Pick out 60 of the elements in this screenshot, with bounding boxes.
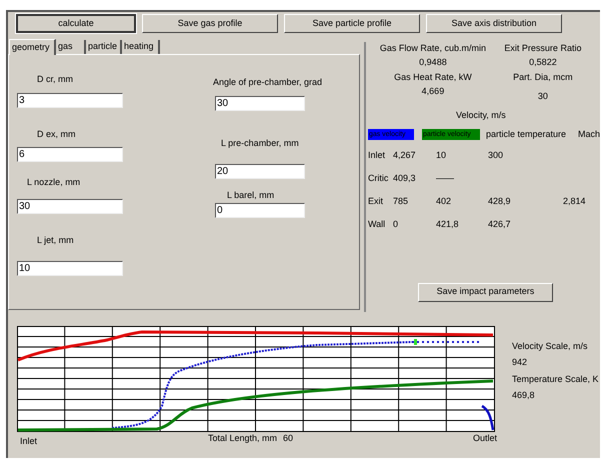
tab[interactable]: geometry [9, 39, 56, 55]
input-field[interactable]: 20 [215, 164, 305, 179]
readout-value: 4,669 [420, 84, 446, 98]
table-cell-text: 0 [392, 218, 399, 230]
input-field[interactable]: 0 [215, 202, 305, 218]
scale-label: Temperature Scale, K [512, 373, 599, 386]
field-label: L nozzle, mm [27, 176, 80, 189]
input-field[interactable]: 3 [17, 92, 123, 108]
table-cell-text: 2,814 [562, 194, 586, 208]
input-field[interactable]: 30 [17, 198, 123, 214]
toolbar-button[interactable]: Save gas profile [142, 14, 278, 33]
curve-marker [414, 339, 417, 345]
row-label: Inlet [368, 148, 386, 162]
row-label: Wall [368, 218, 386, 230]
row-label: Critic [368, 172, 390, 184]
input-field[interactable]: 6 [17, 147, 123, 162]
table-cell-text: —— [436, 172, 455, 184]
inlet-label: Inlet [20, 435, 38, 448]
readout-label: Gas Heat Rate, kW [393, 71, 473, 84]
legend-label: particle temperature [486, 128, 566, 141]
scale-value: 942 [512, 356, 528, 368]
field-label: L barel, mm [227, 189, 274, 202]
toolbar-button[interactable]: Save particle profile [284, 14, 420, 33]
total-length-value: 60 [283, 432, 294, 445]
field-label: Angle of pre-chamber, grad [213, 76, 322, 89]
end-curve [481, 404, 494, 430]
toolbar-button[interactable]: Save axis distribution [426, 14, 562, 33]
table-cell-text: 300 [488, 148, 504, 162]
velocity-heading: Velocity, m/s [456, 109, 507, 122]
field-label: L pre-chamber, mm [221, 136, 299, 150]
table-cell-text: 10 [436, 148, 447, 162]
tab[interactable]: particle [86, 40, 122, 54]
outlet-label: Outlet [473, 432, 498, 445]
scale-label: Velocity Scale, m/s [512, 340, 589, 353]
field-label: D cr, mm [37, 73, 73, 86]
field-label: L jet, mm [37, 234, 74, 247]
readout-value: 0,9488 [418, 56, 448, 68]
input-field[interactable]: 30 [215, 96, 305, 110]
input-field[interactable]: 10 [17, 261, 123, 276]
readout-value: 30 [536, 90, 549, 102]
row-label: Exit [368, 194, 384, 208]
legend-label: Mach [578, 128, 600, 141]
table-cell-text: 4,267 [392, 148, 416, 162]
table-cell-text: 426,7 [488, 218, 512, 230]
scale-value: 469,8 [512, 388, 536, 402]
table-cell-text: 402 [436, 194, 452, 208]
table-cell-text: 428,9 [488, 194, 512, 208]
readout-label: Exit Pressure Ratio [503, 42, 582, 55]
readout-label: Part. Dia, mcm [512, 71, 574, 84]
field-label: D ex, mm [37, 128, 76, 140]
total-length-label: Total Length, mm [208, 432, 278, 445]
readout-value: 0,5822 [528, 56, 558, 68]
table-cell-text: 785 [392, 194, 409, 208]
table-cell-text: 421,8 [436, 218, 460, 230]
tab[interactable]: gas [56, 40, 86, 54]
toolbar-button[interactable]: calculate [16, 14, 136, 33]
readout-label: Gas Flow Rate, cub.m/min [378, 42, 487, 55]
table-cell-text: 409,3 [392, 172, 416, 184]
save-impact-parameters-button[interactable]: Save impact parameters [418, 282, 553, 302]
tab[interactable]: heating [122, 40, 160, 54]
